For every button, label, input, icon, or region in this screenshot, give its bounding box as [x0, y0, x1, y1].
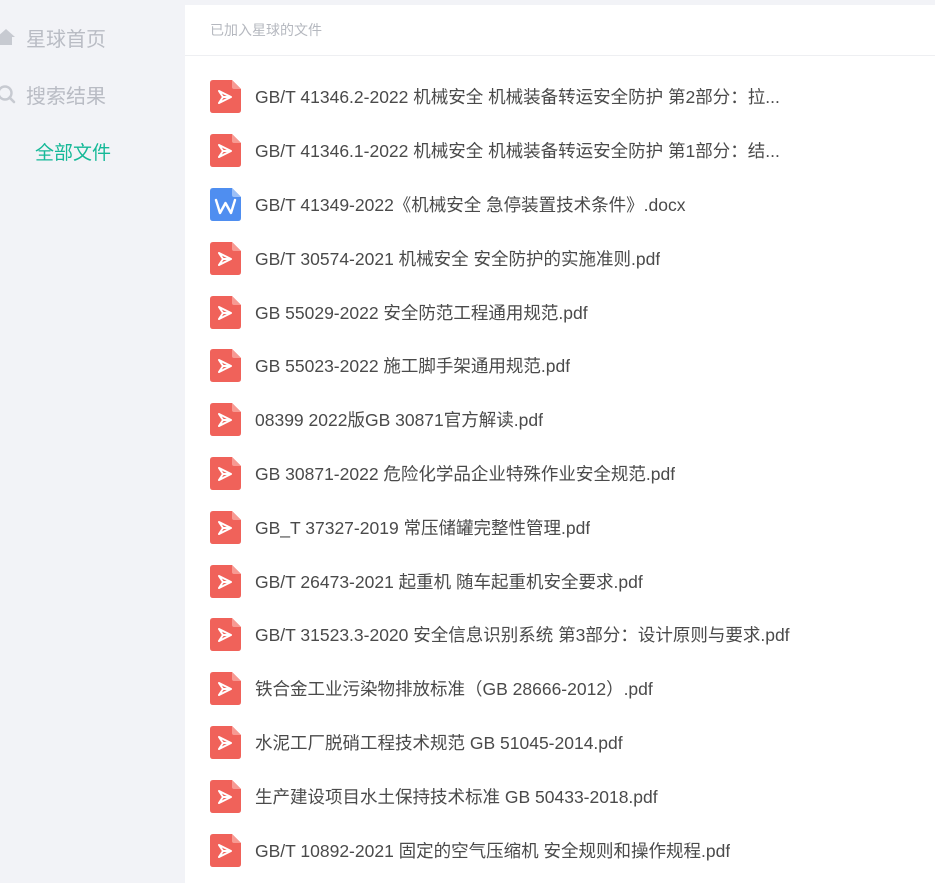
pdf-file-icon [210, 456, 241, 490]
file-name: 生产建设项目水土保持技术标准 GB 50433-2018.pdf [255, 786, 658, 807]
pdf-file-icon [210, 403, 241, 437]
file-name: GB/T 41349-2022《机械安全 急停装置技术条件》.docx [255, 194, 686, 215]
file-name: GB 30871-2022 危险化学品企业特殊作业安全规范.pdf [255, 463, 676, 484]
pdf-file-icon [210, 134, 241, 168]
file-list: GB/T 41346.2-2022 机械安全 机械装备转运安全防护 第2部分：拉… [185, 70, 935, 877]
file-panel: 已加入星球的文件 GB/T 41346.2-2022 机械安全 机械装备转运安全… [185, 5, 935, 883]
pdf-file-icon [210, 564, 241, 598]
word-file-icon [210, 187, 241, 221]
file-name: GB/T 41346.1-2022 机械安全 机械装备转运安全防护 第1部分：结… [255, 141, 780, 162]
home-icon [0, 29, 15, 45]
file-name: GB/T 26473-2021 起重机 随车起重机安全要求.pdf [255, 571, 643, 592]
file-row[interactable]: 08399 2022版GB 30871官方解读.pdf [185, 393, 935, 447]
pdf-file-icon [210, 672, 241, 706]
file-row[interactable]: GB/T 41346.2-2022 机械安全 机械装备转运安全防护 第2部分：拉… [185, 70, 935, 124]
file-row[interactable]: GB/T 30574-2021 机械安全 安全防护的实施准则.pdf [185, 231, 935, 285]
file-name: GB/T 30574-2021 机械安全 安全防护的实施准则.pdf [255, 248, 661, 269]
file-row[interactable]: GB_T 37327-2019 常压储罐完整性管理.pdf [185, 500, 935, 554]
file-name: GB 55029-2022 安全防范工程通用规范.pdf [255, 302, 588, 323]
nav-item-label: 全部文件 [35, 142, 112, 164]
pdf-file-icon [210, 80, 241, 114]
file-row[interactable]: GB 55029-2022 安全防范工程通用规范.pdf [185, 285, 935, 339]
file-name: GB_T 37327-2019 常压储罐完整性管理.pdf [255, 517, 591, 538]
file-row[interactable]: GB/T 41349-2022《机械安全 急停装置技术条件》.docx [185, 178, 935, 232]
pdf-file-icon [210, 241, 241, 275]
file-row[interactable]: GB/T 26473-2021 起重机 随车起重机安全要求.pdf [185, 554, 935, 608]
file-name: GB/T 10892-2021 固定的空气压缩机 安全规则和操作规程.pdf [255, 840, 731, 861]
file-row[interactable]: GB/T 10892-2021 固定的空气压缩机 安全规则和操作规程.pdf [185, 823, 935, 877]
nav-item-search[interactable]: 搜索结果 [0, 74, 106, 114]
nav-item-label: 星球首页 [26, 28, 106, 51]
pdf-file-icon [210, 349, 241, 383]
pdf-file-icon [210, 618, 241, 652]
file-name: GB 55023-2022 施工脚手架通用规范.pdf [255, 356, 571, 377]
pdf-file-icon [210, 725, 241, 759]
pdf-file-icon [210, 510, 241, 544]
sidebar: 星球首页 搜索结果 全部文件 [0, 0, 185, 883]
pdf-file-icon [210, 295, 241, 329]
file-row[interactable]: GB 55023-2022 施工脚手架通用规范.pdf [185, 339, 935, 393]
file-name: GB/T 41346.2-2022 机械安全 机械装备转运安全防护 第2部分：拉… [255, 87, 780, 108]
file-name: GB/T 31523.3-2020 安全信息识别系统 第3部分：设计原则与要求.… [255, 625, 790, 646]
pdf-file-icon [210, 779, 241, 813]
nav-item-label: 搜索结果 [26, 85, 106, 108]
file-row[interactable]: GB/T 31523.3-2020 安全信息识别系统 第3部分：设计原则与要求.… [185, 608, 935, 662]
file-name: 铁合金工业污染物排放标准（GB 28666-2012）.pdf [255, 679, 653, 700]
nav-item-all-files[interactable]: 全部文件 [35, 131, 111, 171]
file-name: 水泥工厂脱硝工程技术规范 GB 51045-2014.pdf [255, 732, 623, 753]
panel-header: 已加入星球的文件 [185, 5, 935, 56]
search-icon [0, 85, 16, 104]
file-row[interactable]: 水泥工厂脱硝工程技术规范 GB 51045-2014.pdf [185, 716, 935, 770]
file-row[interactable]: GB/T 41346.1-2022 机械安全 机械装备转运安全防护 第1部分：结… [185, 124, 935, 178]
nav-item-home[interactable]: 星球首页 [0, 17, 106, 57]
file-name: 08399 2022版GB 30871官方解读.pdf [255, 410, 543, 431]
pdf-file-icon [210, 833, 241, 867]
file-row[interactable]: 铁合金工业污染物排放标准（GB 28666-2012）.pdf [185, 662, 935, 716]
file-row[interactable]: GB 30871-2022 危险化学品企业特殊作业安全规范.pdf [185, 447, 935, 501]
file-row[interactable]: 生产建设项目水土保持技术标准 GB 50433-2018.pdf [185, 769, 935, 823]
